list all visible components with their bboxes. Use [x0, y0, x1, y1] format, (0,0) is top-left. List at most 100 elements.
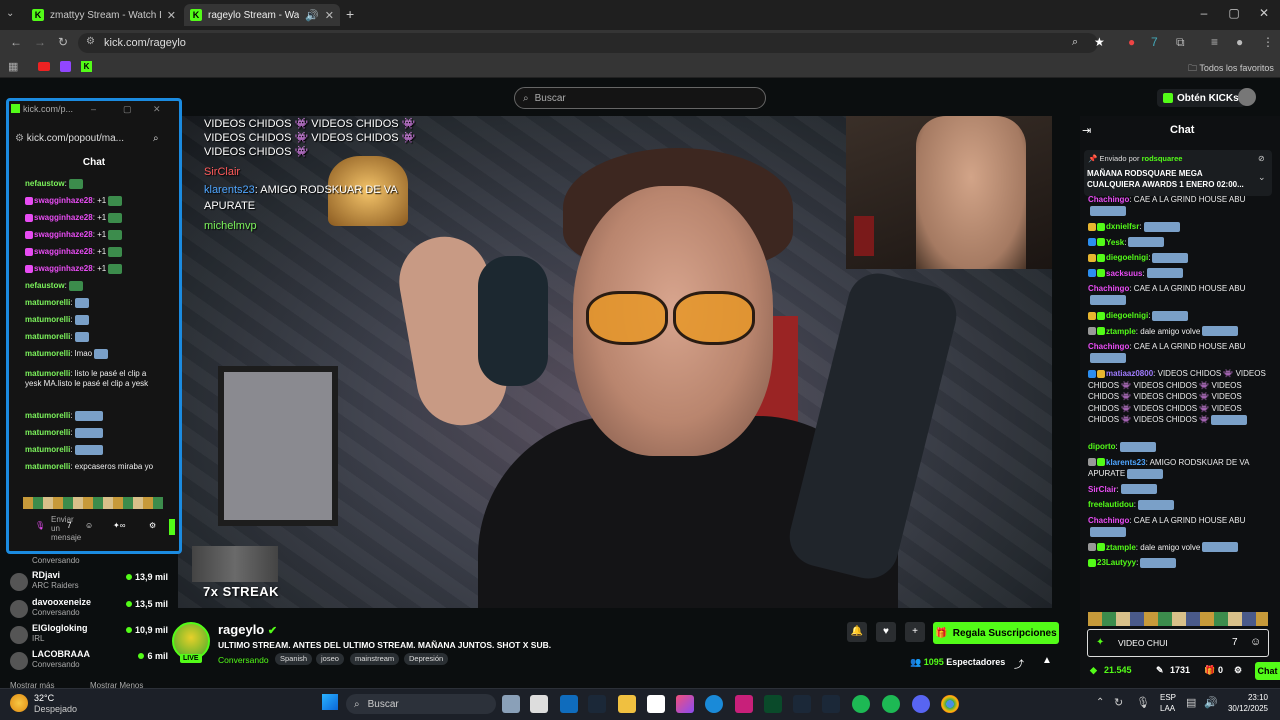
sidebar-channel[interactable]: RDjavi ARC Raiders 13,9 mil	[8, 570, 168, 596]
kicks-balance[interactable]: 21.545	[1104, 665, 1132, 675]
7tv-icon[interactable]: 7	[67, 521, 71, 530]
steam-icon[interactable]	[793, 695, 811, 713]
chat-username[interactable]: diporto	[1088, 442, 1116, 451]
minimize-icon[interactable]: –	[91, 101, 96, 117]
profile-avatar-icon[interactable]: ●	[1236, 35, 1243, 49]
settings-icon[interactable]: ⚙	[149, 521, 156, 530]
chat-username[interactable]: nefaustow	[25, 179, 65, 188]
follow-heart-icon[interactable]: ♥	[876, 622, 896, 642]
sidebar-channel[interactable]: LACOBRAAA Conversando 6 mil	[8, 649, 168, 675]
close-window-icon[interactable]: ✕	[1254, 6, 1274, 20]
store-icon[interactable]	[647, 695, 665, 713]
unpin-icon[interactable]: ⊘	[1258, 154, 1265, 163]
points-icon[interactable]: ✦∞	[113, 521, 125, 530]
chat-username[interactable]: matumorelli	[25, 428, 70, 437]
settings-icon[interactable]: ⚙	[1234, 665, 1242, 676]
spotify-icon[interactable]	[882, 695, 900, 713]
kick-bookmark-icon[interactable]: K	[81, 61, 92, 72]
outlook-icon[interactable]	[560, 695, 578, 713]
app-icon[interactable]	[530, 695, 548, 713]
all-bookmarks-link[interactable]: 🗀 Todos los favoritos	[1188, 61, 1274, 77]
report-icon[interactable]: ▲	[1042, 655, 1052, 666]
site-info-icon[interactable]: ⚙	[86, 36, 95, 47]
share-icon[interactable]: ⤴	[1014, 656, 1024, 671]
chrome-icon[interactable]	[941, 695, 959, 713]
address-bar[interactable]: ⚙ kick.com/rageylo ⌕	[78, 33, 1098, 53]
chat-username[interactable]: matumorelli	[25, 332, 70, 341]
chat-username[interactable]: matiaaz0800	[1106, 369, 1153, 378]
tab-zmattyy[interactable]: K zmattyy Stream - Watch Live o ✕	[26, 4, 182, 26]
chat-input[interactable]: ✦ VIDEO CHUI 7 ☺	[1087, 629, 1269, 657]
tab-list-icon[interactable]: ⌄	[6, 8, 14, 19]
browser-menu-icon[interactable]: ⋮	[1262, 35, 1274, 49]
7tv-extension-icon[interactable]: 7	[1151, 35, 1158, 49]
chat-username[interactable]: ztample	[1106, 543, 1136, 552]
discord-icon[interactable]	[912, 695, 930, 713]
extension-icon[interactable]: ●	[1128, 35, 1135, 49]
pinned-message[interactable]: 📌 Enviado por rodsquaree MAÑANA RODSQUAR…	[1084, 150, 1272, 196]
bookmark-star-icon[interactable]: ★	[1094, 35, 1105, 49]
notification-bell-icon[interactable]: 🔔	[847, 622, 867, 642]
close-tab-icon[interactable]: ✕	[167, 9, 176, 22]
points-value[interactable]: 1731	[1170, 665, 1190, 675]
forward-icon[interactable]: →	[34, 35, 46, 49]
close-tab-icon[interactable]: ✕	[325, 9, 334, 22]
file-explorer-icon[interactable]	[618, 695, 636, 713]
media-icon[interactable]: ≡	[1211, 35, 1218, 49]
reload-icon[interactable]: ↻	[58, 35, 68, 49]
chat-username[interactable]: Chachingo	[1088, 195, 1129, 204]
chat-username[interactable]: matumorelli	[25, 349, 70, 358]
weather-temp[interactable]: 32°C	[34, 693, 54, 703]
close-window-icon[interactable]: ✕	[153, 101, 161, 117]
back-icon[interactable]: ←	[10, 35, 22, 49]
chat-username[interactable]: 23Lautyyy	[1097, 558, 1136, 567]
spotify-icon[interactable]	[852, 695, 870, 713]
channel-name[interactable]: rageylo ✔	[218, 622, 277, 637]
chat-username[interactable]: matumorelli	[25, 411, 70, 420]
apps-icon[interactable]: ▦	[8, 60, 18, 73]
chat-username[interactable]: matumorelli	[25, 462, 70, 471]
new-tab-button[interactable]: +	[346, 6, 354, 22]
chat-username[interactable]: Chachingo	[1088, 516, 1129, 525]
extensions-icon[interactable]: ⧉	[1176, 35, 1185, 50]
language-code[interactable]: ESP	[1160, 693, 1176, 702]
gift-icon[interactable]: +	[905, 622, 925, 642]
tab-rageylo[interactable]: K rageylo Stream - Watch Live 🔊 ✕	[184, 4, 340, 26]
chat-username[interactable]: Yesk	[1106, 238, 1124, 247]
chat-username[interactable]: swagginhaze28	[34, 264, 93, 273]
chat-username[interactable]: matumorelli	[25, 445, 70, 454]
copilot-icon[interactable]	[676, 695, 694, 713]
chat-username[interactable]: nefaustow	[25, 281, 65, 290]
mic-icon[interactable]: 🎙	[35, 521, 45, 530]
steam-icon[interactable]	[822, 695, 840, 713]
chat-username[interactable]: Chachingo	[1088, 284, 1129, 293]
stream-category[interactable]: Conversando	[218, 655, 269, 665]
maximize-icon[interactable]: ▢	[123, 101, 132, 117]
emoji-icon[interactable]: ☺	[1250, 636, 1261, 648]
chat-username[interactable]: swagginhaze28	[34, 196, 93, 205]
chat-username[interactable]: SirClair	[1088, 485, 1116, 494]
taskbar-search[interactable]: ⌕ Buscar	[346, 694, 496, 714]
popout-chat-input[interactable]: 🎙 Enviar un mensaje 7 ☺ ✦∞ ⚙	[25, 515, 175, 542]
tag-mainstream[interactable]: mainstream	[350, 653, 400, 665]
chat-username[interactable]: swagginhaze28	[34, 247, 93, 256]
emoji-icon[interactable]: ☺	[85, 521, 93, 530]
chat-username[interactable]: swagginhaze28	[34, 230, 93, 239]
search-input[interactable]: ⌕ Buscar	[514, 87, 766, 109]
zoom-icon[interactable]: ⌕	[1072, 36, 1078, 49]
network-icon[interactable]: ▤	[1186, 696, 1196, 709]
chat-username[interactable]: sacksuus	[1106, 269, 1142, 278]
chat-username[interactable]: klarents23	[1106, 458, 1146, 467]
chat-username[interactable]: Chachingo	[1088, 342, 1129, 351]
chat-username[interactable]: ztample	[1106, 327, 1136, 336]
emote-bar[interactable]	[1088, 612, 1268, 626]
app-icon[interactable]	[764, 695, 782, 713]
windows-start-icon[interactable]	[322, 694, 338, 710]
chat-username[interactable]: matumorelli	[25, 315, 70, 324]
task-view-icon[interactable]	[502, 695, 520, 713]
chevron-down-icon[interactable]: ⌄	[1258, 172, 1266, 183]
get-kicks-button[interactable]: Obtén KICKs	[1157, 89, 1245, 107]
chat-username[interactable]: dxnielfsr	[1106, 222, 1139, 231]
chat-username[interactable]: freelautidou	[1088, 500, 1134, 509]
app-icon[interactable]	[735, 695, 753, 713]
